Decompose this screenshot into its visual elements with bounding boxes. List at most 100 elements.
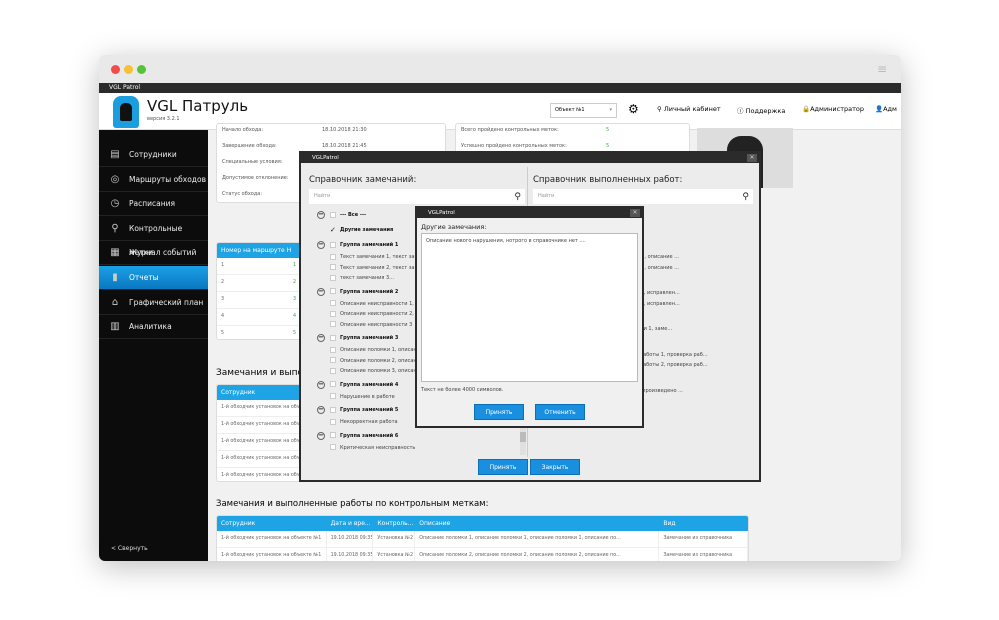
close-dot[interactable] bbox=[111, 65, 120, 74]
collapse-icon[interactable]: − bbox=[317, 241, 325, 249]
table-row[interactable]: 1-й обходчик установок на объекте №1 bbox=[217, 400, 305, 417]
remarks-search[interactable]: Найти ⚲ bbox=[309, 189, 525, 204]
close-icon[interactable]: ✕ bbox=[630, 209, 640, 217]
table-row[interactable]: 1-й обходчик установок на объекте №1 bbox=[217, 417, 305, 434]
dialog-label: Другие замечания: bbox=[421, 223, 487, 231]
table-row[interactable]: 1-й обходчик установок на объекте №1 bbox=[217, 434, 305, 451]
checkbox[interactable] bbox=[330, 241, 336, 248]
cabinet-link[interactable]: ⚲ Личный кабинет bbox=[657, 105, 721, 113]
checkbox[interactable] bbox=[330, 357, 336, 363]
user-link[interactable]: 👤Адм bbox=[875, 105, 897, 113]
group-item[interactable]: − Группа замечаний 6 bbox=[317, 431, 398, 441]
sidebar-item-label: Расписания bbox=[129, 199, 176, 209]
list-item[interactable]: текст замечания 3... bbox=[330, 273, 394, 283]
column-header[interactable]: Дата и вре... bbox=[327, 516, 374, 531]
checkbox[interactable] bbox=[330, 381, 336, 387]
sidebar-item-label: Сотрудники bbox=[129, 150, 177, 159]
sidebar-item[interactable]: ▤ Сотрудники bbox=[99, 143, 208, 167]
collapse-icon[interactable]: − bbox=[317, 334, 325, 342]
checkbox[interactable] bbox=[330, 211, 336, 218]
collapse-button[interactable]: < Свернуть bbox=[111, 545, 148, 552]
table-row[interactable]: 11 bbox=[217, 258, 305, 275]
sidebar-item[interactable]: ▦ Журнал событий bbox=[99, 241, 208, 266]
remark-textarea[interactable]: Описание нового нарушения, нотрого в спр… bbox=[421, 233, 638, 382]
cell: 19.10.2018 09:35 bbox=[327, 531, 374, 547]
group-item[interactable]: − --- Все --- bbox=[317, 210, 367, 220]
sidebar-item-label: Журнал событий bbox=[129, 248, 197, 258]
checkbox[interactable] bbox=[330, 310, 336, 317]
sidebar-item[interactable]: ▥ Аналитика bbox=[99, 315, 208, 340]
collapse-icon[interactable]: − bbox=[317, 287, 325, 296]
checkbox[interactable] bbox=[330, 432, 336, 438]
list-item[interactable]: Нарушение в работе bbox=[330, 392, 395, 402]
table-row[interactable]: 1-й обходчик установок на объекте №1 bbox=[217, 468, 305, 481]
group-item[interactable]: ✓ Другие замечания bbox=[330, 225, 393, 235]
guard-logo-icon bbox=[113, 96, 139, 128]
close-button[interactable]: Закрыть bbox=[530, 459, 580, 475]
sidebar-item[interactable]: ◎ Маршруты обходов bbox=[99, 168, 208, 192]
column-header[interactable]: Номер на маршруте bbox=[221, 243, 287, 258]
checkbox[interactable] bbox=[330, 444, 336, 450]
item-label: --- Все --- bbox=[340, 212, 367, 218]
info-value: 18.10.2018 21:45 bbox=[322, 143, 367, 149]
checkbox[interactable] bbox=[330, 264, 336, 270]
list-item[interactable]: Некорректная работа bbox=[330, 417, 398, 427]
list-item[interactable]: Критическая неисправность bbox=[330, 443, 415, 453]
checkbox[interactable] bbox=[330, 367, 336, 374]
group-item[interactable]: − Группа замечаний 1 bbox=[317, 240, 398, 250]
collapse-icon[interactable]: − bbox=[317, 380, 325, 389]
dialog-cancel-button[interactable]: Отменить bbox=[535, 404, 585, 420]
collapse-icon[interactable]: − bbox=[317, 406, 325, 414]
checkbox[interactable]: ✓ bbox=[330, 226, 336, 233]
cell: 19.10.2018 09:35 bbox=[327, 548, 374, 561]
checkbox[interactable] bbox=[330, 321, 336, 327]
checkbox[interactable] bbox=[330, 418, 336, 425]
checkbox[interactable] bbox=[330, 393, 336, 399]
close-icon[interactable]: ✕ bbox=[747, 154, 757, 162]
checkbox[interactable] bbox=[330, 300, 336, 306]
checkbox[interactable] bbox=[330, 253, 336, 260]
sidebar-item[interactable]: ⚲ Контрольные метки bbox=[99, 217, 208, 257]
column-header[interactable]: Контроль... bbox=[373, 516, 415, 531]
sidebar-item[interactable]: ▮ Отчеты bbox=[99, 266, 208, 290]
table-row[interactable]: 22 bbox=[217, 275, 305, 292]
minimize-dot[interactable] bbox=[124, 65, 133, 74]
info-label: Статус обхода: bbox=[222, 191, 263, 197]
maximize-dot[interactable] bbox=[137, 65, 146, 74]
cell: 1 bbox=[221, 263, 225, 268]
gear-icon[interactable]: ⚙ bbox=[628, 102, 639, 116]
table-row[interactable]: 1-й обходчик установок на объекте №1 19.1… bbox=[217, 531, 748, 548]
table-row[interactable]: 44 bbox=[217, 309, 305, 326]
sidebar-item[interactable]: ◷ Расписания bbox=[99, 192, 208, 217]
works-search[interactable]: Найти ⚲ bbox=[533, 189, 753, 204]
group-item[interactable]: − Группа замечаний 5 bbox=[317, 405, 398, 415]
checkbox[interactable] bbox=[330, 406, 336, 413]
checkbox[interactable] bbox=[330, 346, 336, 353]
checkbox[interactable] bbox=[330, 334, 336, 341]
sidebar-item[interactable]: ⌂ Графический план bbox=[99, 291, 208, 315]
checkbox[interactable] bbox=[330, 288, 336, 294]
column-header[interactable]: Описание bbox=[415, 516, 659, 531]
table-row[interactable]: 33 bbox=[217, 292, 305, 309]
dialog-accept-button[interactable]: Принять bbox=[474, 404, 524, 420]
group-item[interactable]: − Группа замечаний 4 bbox=[317, 380, 398, 390]
table-row[interactable]: 1-й обходчик установок на объекте №1 bbox=[217, 451, 305, 468]
object-select[interactable]: Объект №1 ▾ bbox=[550, 103, 617, 118]
hamburger-icon[interactable]: ≡ bbox=[877, 63, 887, 75]
accept-button[interactable]: Принять bbox=[478, 459, 528, 475]
table-row[interactable]: 1-й обходчик установок на объекте №1 19.1… bbox=[217, 548, 748, 561]
collapse-icon[interactable]: − bbox=[317, 211, 325, 219]
list-item[interactable]: Описание неисправности 3 bbox=[330, 320, 412, 330]
checkbox[interactable] bbox=[330, 274, 336, 281]
cell: 4 bbox=[293, 314, 297, 319]
table-row[interactable]: 55 bbox=[217, 326, 305, 339]
group-item[interactable]: − Группа замечаний 2 bbox=[317, 287, 398, 297]
item-label: Критическая неисправность bbox=[340, 444, 416, 451]
group-item[interactable]: − Группа замечаний 3 bbox=[317, 333, 398, 343]
item-label: текст замечания 3... bbox=[340, 275, 394, 281]
support-link[interactable]: ⓘ Поддержка bbox=[737, 105, 785, 115]
admin-link[interactable]: 🔒Администратор bbox=[802, 105, 864, 113]
column-header[interactable]: Вид bbox=[659, 516, 748, 531]
collapse-icon[interactable]: − bbox=[317, 431, 325, 440]
column-header[interactable]: Сотрудник bbox=[217, 516, 327, 531]
